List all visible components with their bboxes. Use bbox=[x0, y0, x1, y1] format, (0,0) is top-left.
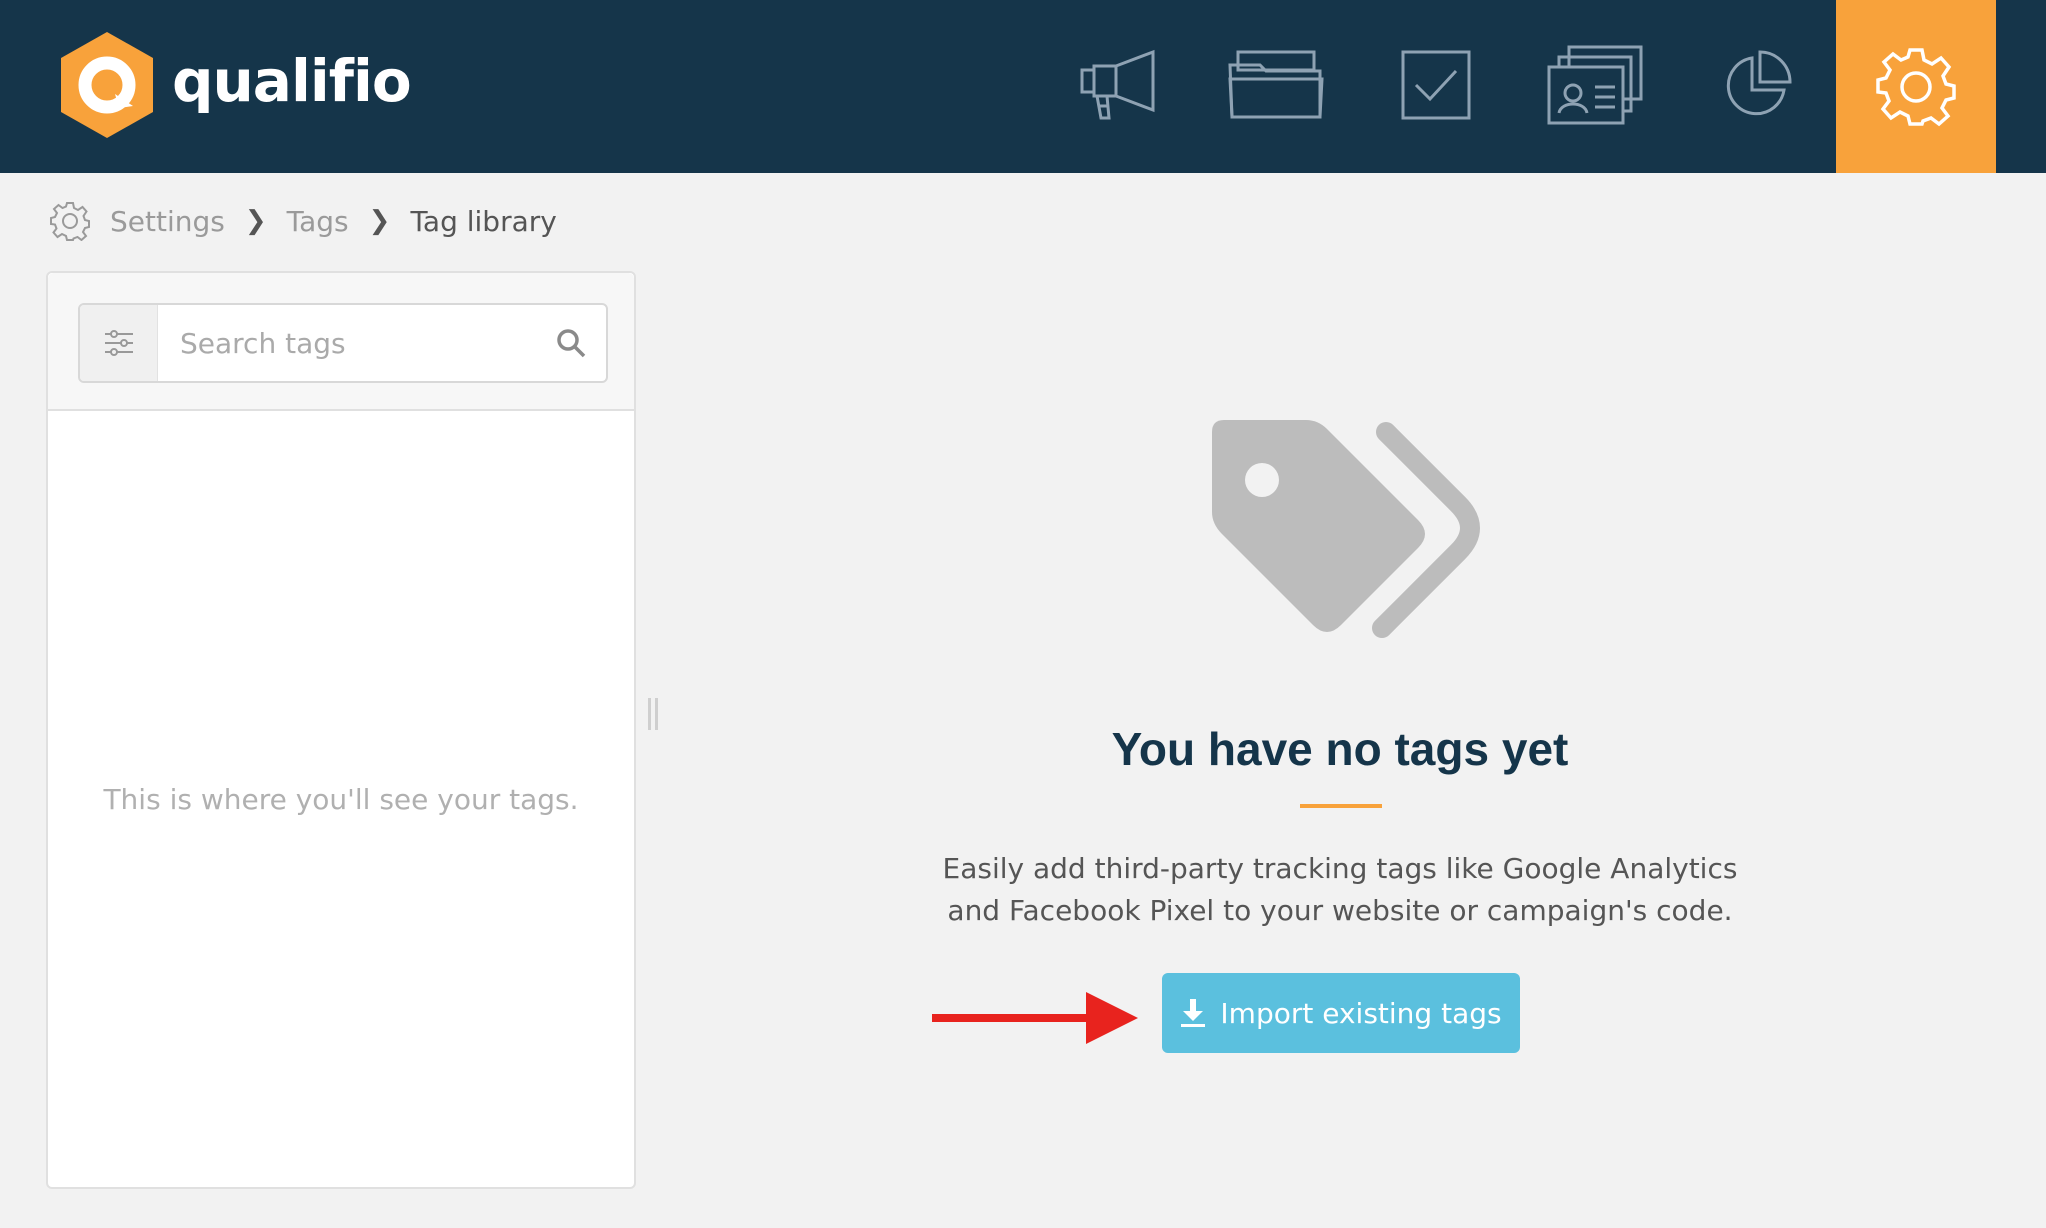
sliders-icon bbox=[104, 330, 133, 356]
nav-contacts[interactable] bbox=[1546, 40, 1646, 130]
search-bar bbox=[78, 303, 608, 383]
folder-icon bbox=[1228, 50, 1324, 119]
settings-gear-icon bbox=[50, 202, 90, 241]
contacts-icon bbox=[1547, 45, 1643, 125]
search-icon bbox=[557, 329, 586, 358]
gear-icon bbox=[1876, 47, 1956, 126]
brand-name: qualifio bbox=[172, 47, 412, 115]
nav-statistics[interactable] bbox=[1722, 40, 1792, 130]
breadcrumb-settings[interactable]: Settings bbox=[110, 205, 225, 238]
title-underline bbox=[1300, 804, 1382, 808]
download-icon bbox=[1181, 999, 1206, 1027]
panel-resize-handle[interactable] bbox=[648, 698, 662, 730]
tags-icon bbox=[1212, 420, 1480, 638]
panel-header bbox=[48, 273, 634, 411]
import-existing-tags-button[interactable]: Import existing tags bbox=[1162, 973, 1520, 1053]
search-input[interactable] bbox=[158, 305, 536, 381]
breadcrumb-tags[interactable]: Tags bbox=[287, 205, 349, 238]
nav-campaigns[interactable] bbox=[1078, 40, 1158, 130]
breadcrumb: Settings ❯ Tags ❯ Tag library bbox=[50, 200, 557, 242]
chevron-right-icon: ❯ bbox=[244, 206, 267, 236]
brand-logo[interactable]: qualifio bbox=[56, 30, 412, 140]
empty-state-title: You have no tags yet bbox=[1111, 723, 1569, 775]
breadcrumb-tag-library: Tag library bbox=[410, 204, 557, 238]
tags-list-panel: This is where you'll see your tags. bbox=[46, 271, 636, 1189]
empty-list-text: This is where you'll see your tags. bbox=[103, 783, 579, 816]
nav-library[interactable] bbox=[1228, 40, 1324, 130]
checkbox-icon bbox=[1401, 50, 1471, 120]
empty-state-description: Easily add third-party tracking tags lik… bbox=[942, 852, 1738, 927]
red-arrow-annotation bbox=[932, 992, 1138, 1044]
megaphone-icon bbox=[1080, 49, 1155, 120]
nav-settings[interactable] bbox=[1836, 0, 1996, 173]
search-button[interactable] bbox=[536, 305, 606, 381]
chevron-right-icon: ❯ bbox=[368, 206, 391, 236]
qualifio-logo-icon bbox=[61, 32, 153, 138]
top-navigation-bar: qualifio bbox=[0, 0, 2046, 173]
nav-tasks[interactable] bbox=[1400, 40, 1472, 130]
import-button-label: Import existing tags bbox=[1220, 996, 1502, 1030]
pie-chart-icon bbox=[1726, 50, 1792, 116]
filter-button[interactable] bbox=[80, 305, 158, 381]
